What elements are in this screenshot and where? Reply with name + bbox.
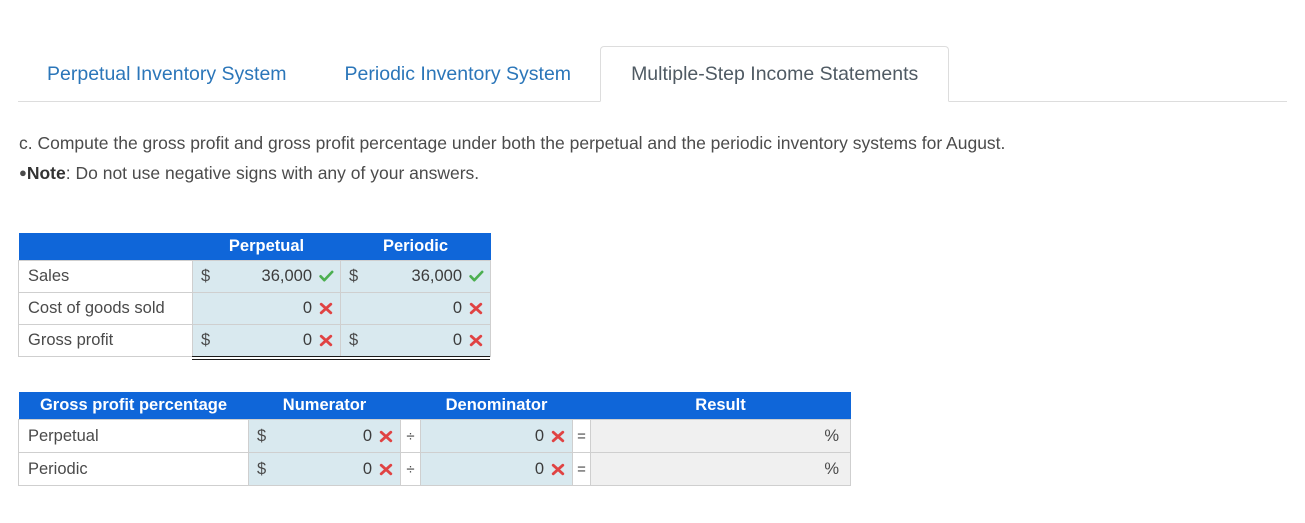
cell-sales-periodic[interactable]: $ 36,000 [340, 260, 491, 293]
row-label-gross-profit: Gross profit [18, 324, 193, 357]
column-header-blank [18, 233, 193, 261]
tab-label: Perpetual Inventory System [47, 62, 287, 85]
value-text: 0 [302, 299, 312, 317]
cell-sales-perpetual[interactable]: $ 36,000 [192, 260, 341, 293]
value-text: 36,000 [261, 267, 312, 285]
operator-equals: = [572, 452, 591, 486]
table-row: Perpetual $ 0 ÷ 0 = % [18, 419, 851, 453]
prompt-note-line: ●Note: Do not use negative signs with an… [19, 158, 1289, 188]
currency-symbol: $ [201, 331, 211, 349]
bullet-icon: ● [19, 165, 27, 180]
value-text: 0 [362, 426, 372, 445]
table-row: Periodic $ 0 ÷ 0 = % [18, 452, 851, 486]
value-text: 0 [362, 459, 372, 478]
cell-periodic-denominator[interactable]: 0 [420, 452, 573, 486]
row-label-sales: Sales [18, 260, 193, 293]
currency-symbol: $ [257, 426, 267, 445]
table-header-row: Gross profit percentage Numerator Denomi… [18, 392, 851, 420]
column-header-result: Result [590, 392, 851, 420]
operator-divide: ÷ [400, 419, 421, 453]
table-row: Sales $ 36,000 $ 36,000 [18, 260, 491, 293]
note-label: Note [26, 163, 66, 183]
cross-icon [469, 334, 484, 347]
cross-icon [551, 463, 566, 476]
cross-icon [469, 302, 484, 315]
cell-gross-profit-periodic[interactable]: $ 0 [340, 324, 491, 357]
cross-icon [379, 463, 394, 476]
cell-perpetual-numerator[interactable]: $ 0 [248, 419, 401, 453]
prompt-line-1: c. Compute the gross profit and gross pr… [19, 133, 1006, 153]
table-row: Gross profit $ 0 $ 0 [18, 324, 491, 357]
tab-periodic-inventory-system[interactable]: Periodic Inventory System [316, 46, 601, 102]
double-underline-rule [192, 356, 490, 360]
column-header-spacer-1 [400, 392, 421, 420]
tab-list: Perpetual Inventory System Periodic Inve… [18, 46, 950, 102]
check-icon [319, 270, 334, 283]
value-text: 0 [534, 459, 544, 478]
cross-icon [319, 302, 334, 315]
row-label-cost-of-goods-sold: Cost of goods sold [18, 292, 193, 325]
value-text: 36,000 [411, 267, 462, 285]
value-text: 0 [452, 331, 462, 349]
column-header-numerator: Numerator [248, 392, 401, 420]
tab-bar: Perpetual Inventory System Periodic Inve… [18, 46, 1287, 102]
cross-icon [319, 334, 334, 347]
cell-cogs-perpetual[interactable]: 0 [192, 292, 341, 325]
currency-symbol: $ [349, 267, 359, 285]
note-text: : Do not use negative signs with any of … [65, 163, 480, 183]
cell-perpetual-denominator[interactable]: 0 [420, 419, 573, 453]
tab-label: Periodic Inventory System [344, 62, 572, 85]
cell-cogs-periodic[interactable]: 0 [340, 292, 491, 325]
question-prompt: c. Compute the gross profit and gross pr… [19, 128, 1289, 188]
column-header-perpetual: Perpetual [192, 233, 341, 261]
cross-icon [379, 430, 394, 443]
row-label-periodic: Periodic [18, 452, 249, 486]
operator-equals: = [572, 419, 591, 453]
gross-profit-percentage-table: Gross profit percentage Numerator Denomi… [18, 392, 851, 486]
currency-symbol: $ [201, 267, 211, 285]
percent-symbol: % [824, 426, 839, 445]
tab-perpetual-inventory-system[interactable]: Perpetual Inventory System [18, 46, 316, 102]
cell-perpetual-result[interactable]: % [590, 419, 851, 453]
gross-profit-table: Perpetual Periodic Sales $ 36,000 $ 36,0… [18, 233, 491, 357]
currency-symbol: $ [257, 459, 267, 478]
column-header-denominator: Denominator [420, 392, 573, 420]
value-text: 0 [534, 426, 544, 445]
currency-symbol: $ [349, 331, 359, 349]
cell-periodic-numerator[interactable]: $ 0 [248, 452, 401, 486]
column-header-periodic: Periodic [340, 233, 491, 261]
cross-icon [551, 430, 566, 443]
value-text: 0 [302, 331, 312, 349]
tab-label: Multiple-Step Income Statements [631, 62, 919, 85]
row-label-perpetual: Perpetual [18, 419, 249, 453]
cell-gross-profit-perpetual[interactable]: $ 0 [192, 324, 341, 357]
value-text: 0 [452, 299, 462, 317]
check-icon [469, 270, 484, 283]
column-header-spacer-2 [572, 392, 591, 420]
table-header-row: Perpetual Periodic [18, 233, 491, 261]
table-row: Cost of goods sold 0 0 [18, 292, 491, 325]
operator-divide: ÷ [400, 452, 421, 486]
column-header-gross-profit-percentage: Gross profit percentage [18, 392, 249, 420]
percent-symbol: % [824, 459, 839, 478]
cell-periodic-result[interactable]: % [590, 452, 851, 486]
tab-multiple-step-income-statements[interactable]: Multiple-Step Income Statements [600, 46, 950, 102]
